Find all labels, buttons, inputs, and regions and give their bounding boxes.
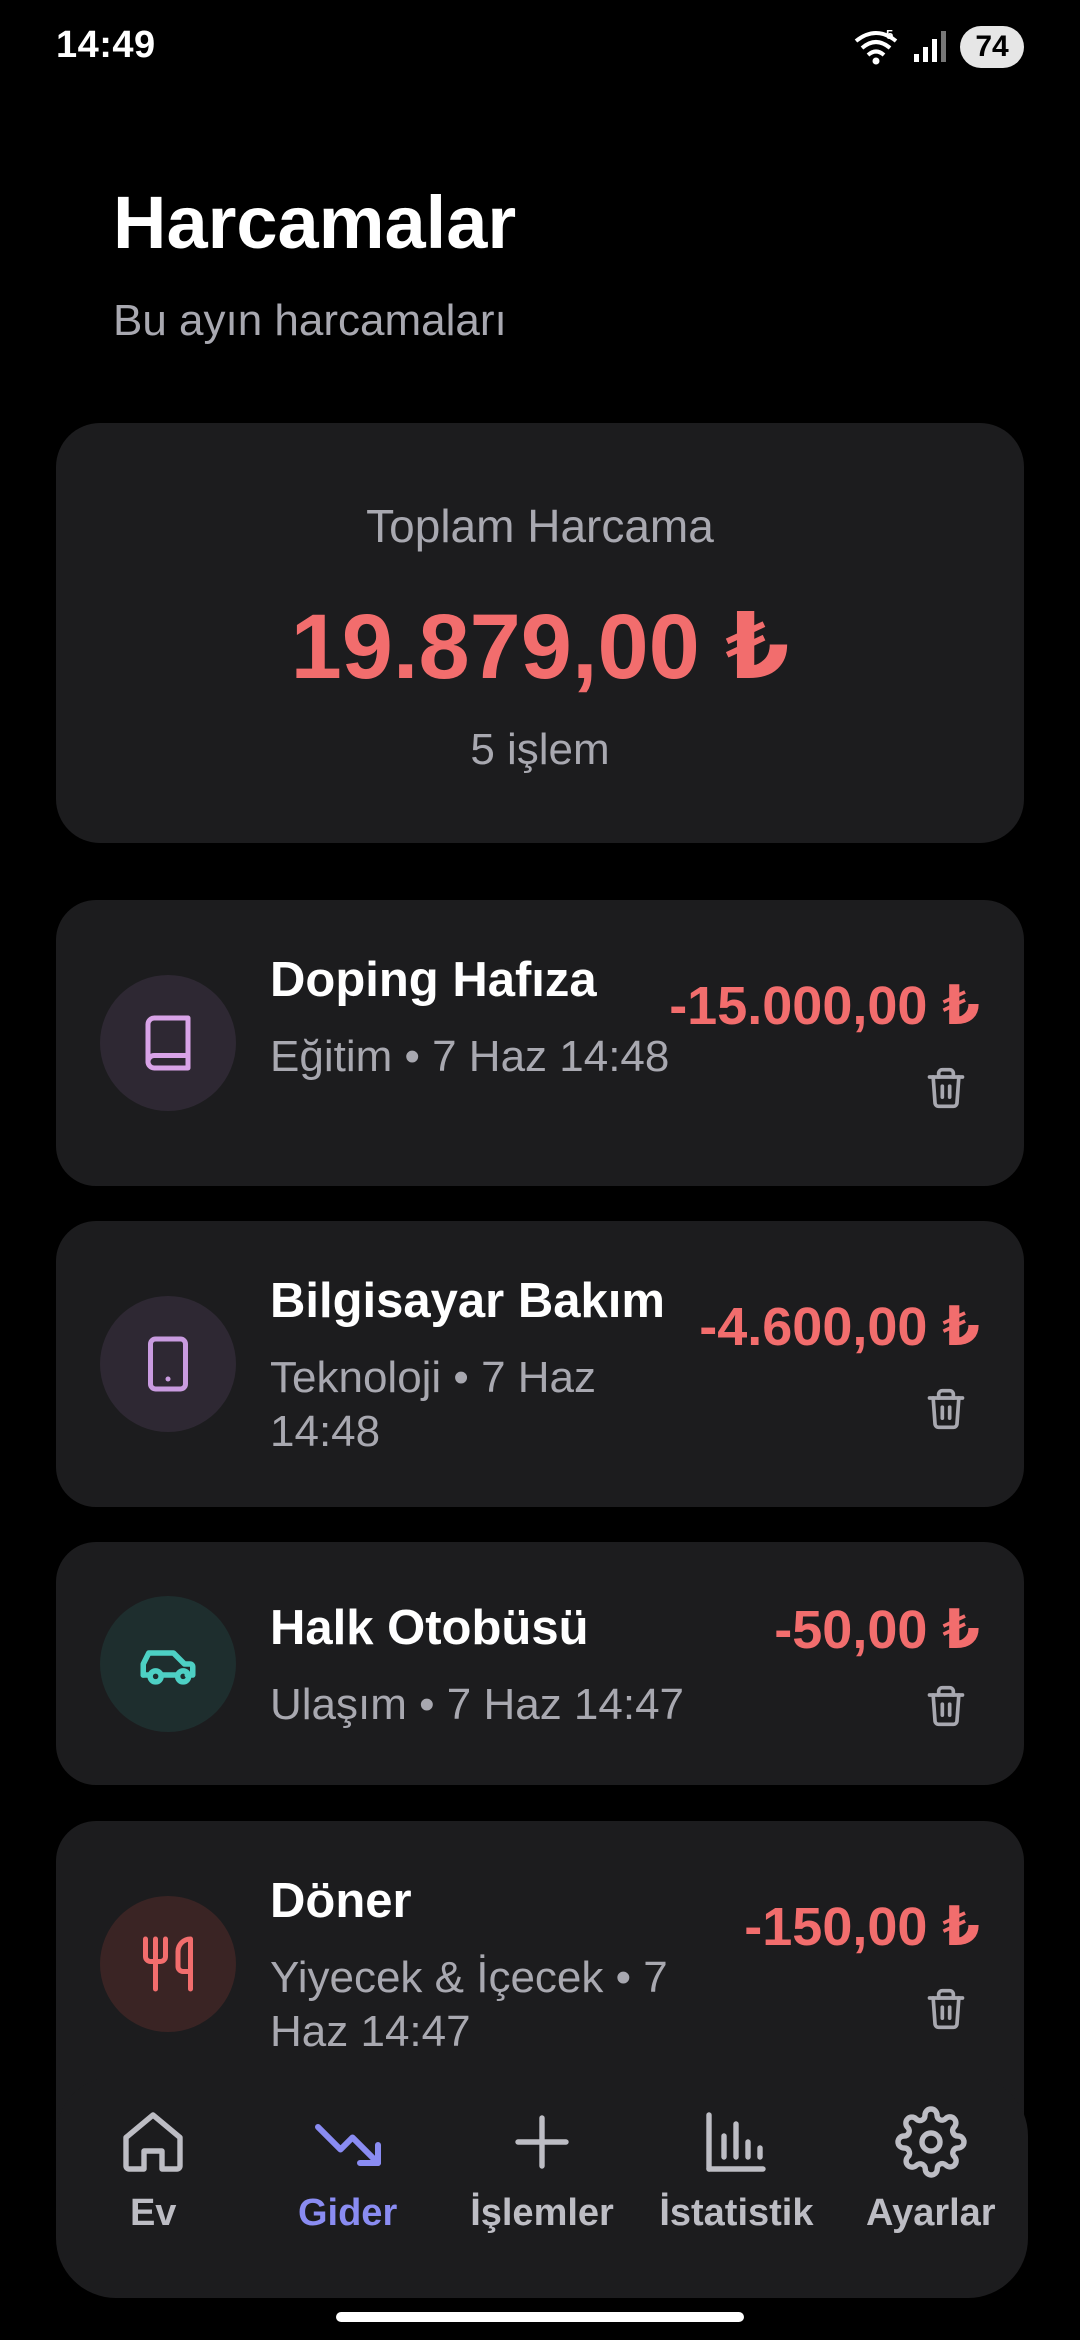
transaction-card[interactable]: Doping Hafıza Eğitim • 7 Haz 14:48 -15.0…	[56, 900, 1024, 1186]
wifi-badge: 5	[886, 27, 893, 42]
transaction-meta: Ulaşım • 7 Haz 14:47	[270, 1680, 685, 1729]
transaction-title: Döner	[270, 1874, 412, 1928]
summary-count: 5 işlem	[470, 725, 610, 774]
wifi-icon: 5	[854, 27, 898, 65]
nav-label: Ayarlar	[866, 2192, 996, 2234]
nav-item-settings[interactable]: Ayarlar	[834, 2076, 1028, 2298]
nav-item-statistics[interactable]: İstatistik	[639, 2076, 833, 2298]
transaction-card[interactable]: Halk Otobüsü Ulaşım • 7 Haz 14:47 -50,00…	[56, 1542, 1024, 1785]
summary-amount: 19.879,00 ₺	[290, 596, 790, 698]
status-bar: 14:49 5 74	[0, 0, 1080, 95]
gear-icon	[895, 2106, 967, 2178]
home-indicator[interactable]	[336, 2312, 744, 2322]
category-icon-badge	[100, 1296, 236, 1432]
nav-label: Gider	[297, 2192, 398, 2234]
status-icons: 5 74	[852, 26, 1024, 68]
plus-icon	[515, 2115, 569, 2169]
nav-label: Ev	[129, 2192, 177, 2234]
transaction-title: Doping Hafıza	[270, 953, 597, 1007]
trash-icon[interactable]	[924, 1985, 968, 2033]
page-subtitle: Bu ayın harcamaları	[113, 296, 507, 345]
status-time: 14:49	[56, 24, 156, 66]
category-icon-badge	[100, 1896, 236, 2032]
transaction-card[interactable]: Bilgisayar Bakım Teknoloji • 7 Haz 14:48…	[56, 1221, 1024, 1507]
trash-icon[interactable]	[924, 1064, 968, 1112]
signal-icon	[914, 31, 946, 62]
bottom-navigation: Ev Gider İşlemler İstatistik Ayarlar	[56, 2076, 1028, 2298]
nav-item-transactions[interactable]: İşlemler	[445, 2076, 639, 2298]
transaction-title: Halk Otobüsü	[270, 1601, 589, 1655]
transaction-amount: -4.600,00 ₺	[699, 1297, 980, 1357]
transaction-amount: -150,00 ₺	[744, 1897, 980, 1957]
transaction-meta: Eğitim • 7 Haz 14:48	[270, 1032, 670, 1081]
nav-item-home[interactable]: Ev	[56, 2076, 250, 2298]
summary-label: Toplam Harcama	[366, 500, 714, 552]
screen: 14:49 5 74 Harcamalar Bu ayın harcamalar…	[0, 0, 1080, 2340]
transaction-meta: Teknoloji • 7 Haz 14:48	[270, 1353, 597, 1456]
page-title: Harcamalar	[113, 181, 517, 264]
trending-down-icon	[314, 2124, 381, 2166]
trash-icon[interactable]	[924, 1682, 968, 1730]
category-icon-badge	[100, 1596, 236, 1732]
book-icon	[145, 1015, 191, 1071]
nav-label: İstatistik	[659, 2192, 814, 2234]
transaction-amount: -15.000,00 ₺	[669, 976, 980, 1036]
utensils-icon	[143, 1936, 193, 1992]
summary-card: Toplam Harcama 19.879,00 ₺ 5 işlem	[56, 423, 1024, 843]
tablet-icon	[148, 1336, 188, 1392]
nav-item-expense[interactable]: Gider	[250, 2076, 444, 2298]
battery-indicator: 74	[960, 26, 1024, 68]
home-icon	[123, 2112, 183, 2172]
category-icon-badge	[100, 975, 236, 1111]
bar-chart-icon	[706, 2112, 767, 2172]
trash-icon[interactable]	[924, 1385, 968, 1433]
transaction-meta: Yiyecek & İçecek • 7 Haz 14:47	[270, 1953, 668, 2056]
transaction-amount: -50,00 ₺	[774, 1600, 980, 1660]
car-icon	[140, 1650, 196, 1685]
transaction-title: Bilgisayar Bakım	[270, 1274, 665, 1328]
nav-label: İşlemler	[470, 2192, 614, 2234]
